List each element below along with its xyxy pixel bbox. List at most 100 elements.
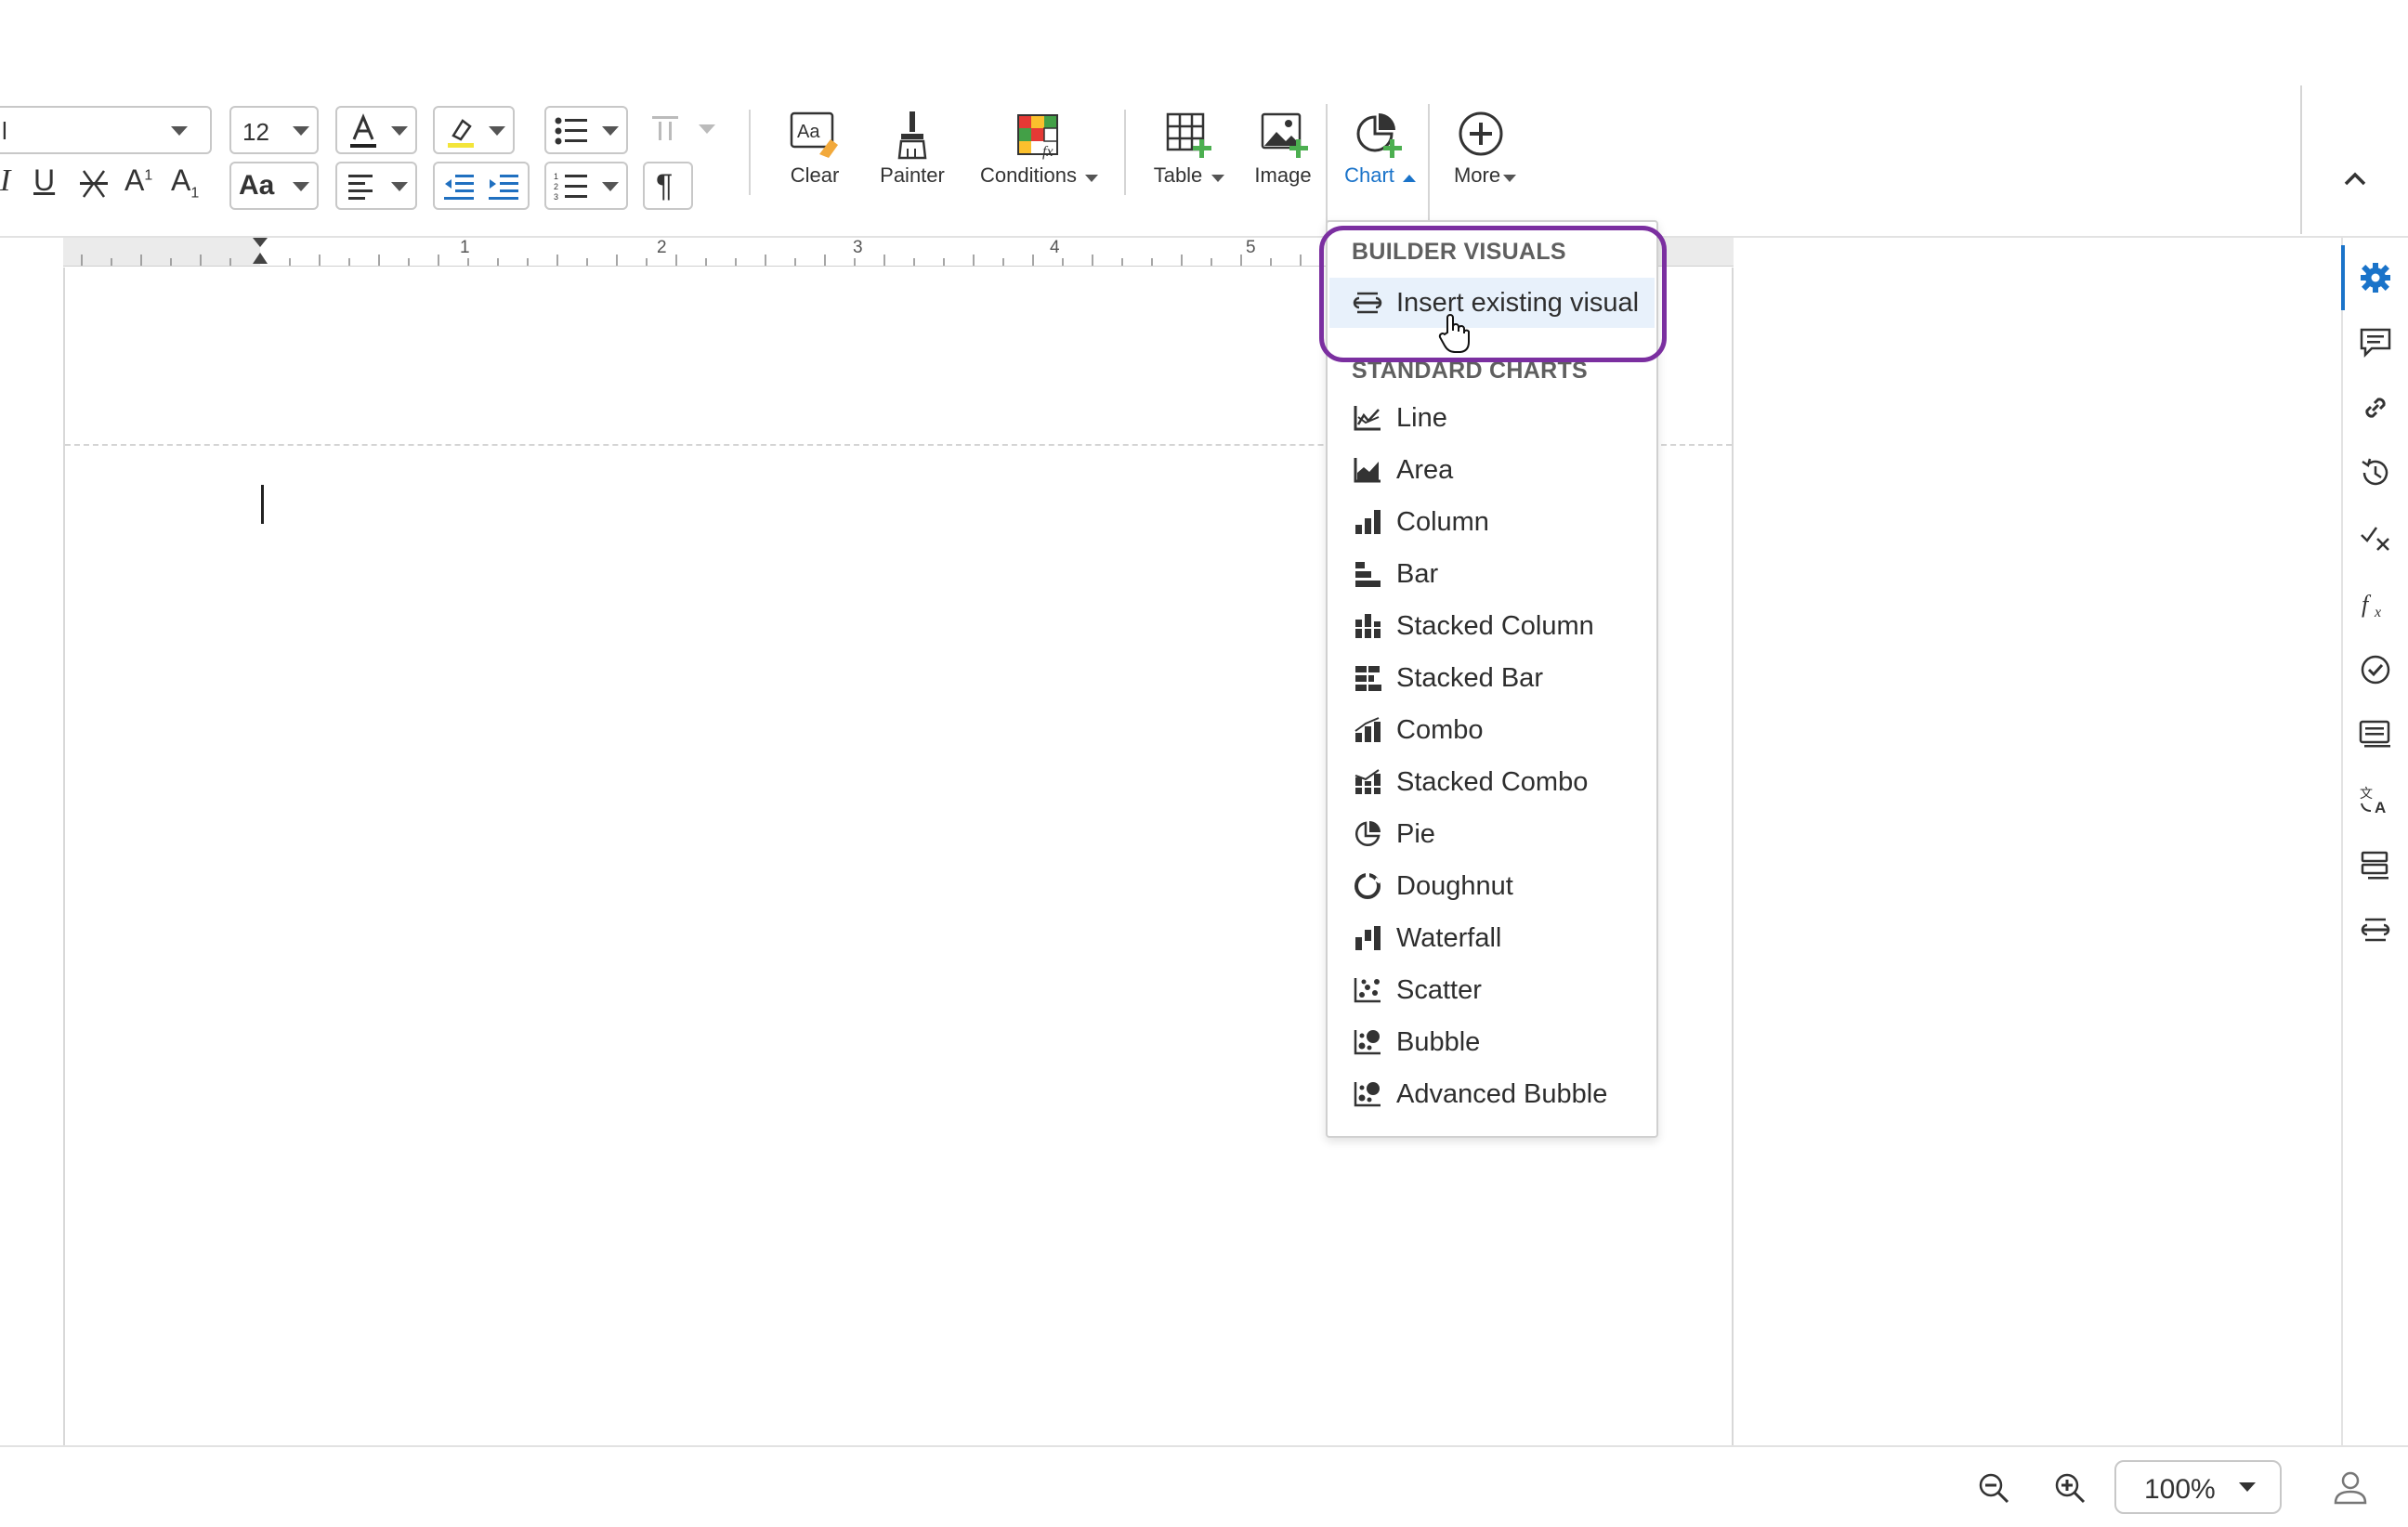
highlighter-icon — [448, 119, 474, 148]
zoom-out-icon[interactable] — [1977, 1471, 2010, 1505]
check-x-icon[interactable] — [2358, 520, 2393, 555]
menu-item-label: Column — [1396, 506, 1489, 537]
stacked-column-chart-icon — [1350, 610, 1385, 642]
strikethrough-icon[interactable] — [78, 167, 110, 201]
menu-item-bubble[interactable]: Bubble — [1329, 1017, 1655, 1067]
rows-icon[interactable] — [2358, 847, 2393, 882]
history-icon[interactable] — [2358, 455, 2393, 490]
painter-button[interactable]: Painter — [870, 104, 955, 193]
stacked-bar-chart-icon — [1350, 662, 1385, 694]
svg-text:f: f — [2362, 591, 2372, 618]
chart-button[interactable]: Chart — [1330, 104, 1427, 221]
numbered-list-icon: 1 2 3 — [554, 172, 587, 202]
superscript-button[interactable]: A1 — [124, 163, 152, 198]
painter-label: Painter — [880, 163, 945, 187]
translate-icon[interactable]: 文A — [2358, 782, 2393, 817]
chevron-down-icon — [602, 182, 619, 191]
clear-label: Clear — [790, 163, 840, 187]
font-name-select[interactable]: l — [0, 106, 212, 154]
bubble-chart-icon — [1350, 1026, 1385, 1058]
svg-text:fx: fx — [1042, 144, 1054, 160]
area-chart-icon — [1350, 454, 1385, 486]
menu-item-stacked-combo[interactable]: Stacked Combo — [1329, 757, 1655, 807]
indent-icon[interactable] — [487, 172, 520, 202]
underline-button[interactable]: U — [33, 163, 55, 198]
menu-item-label: Combo — [1396, 714, 1484, 745]
waterfall-chart-icon — [1350, 922, 1385, 954]
chart-label: Chart — [1344, 163, 1394, 187]
check-circle-icon[interactable] — [2358, 652, 2393, 687]
toolbar-divider — [1326, 104, 1328, 223]
show-formatting-button[interactable]: ¶ — [643, 162, 693, 210]
svg-text:x: x — [2374, 605, 2381, 620]
menu-item-label: Waterfall — [1396, 922, 1502, 953]
menu-item-stacked-column[interactable]: Stacked Column — [1329, 601, 1655, 651]
pilcrow-icon: ¶ — [656, 168, 674, 203]
visual-link-icon[interactable] — [2358, 912, 2393, 947]
align-left-icon — [348, 175, 373, 200]
text-case-button[interactable]: Aa — [229, 162, 319, 210]
bar-chart-icon — [1350, 558, 1385, 590]
chevron-down-icon — [699, 124, 715, 134]
menu-item-bar[interactable]: Bar — [1329, 549, 1655, 599]
menu-item-label: Area — [1396, 454, 1454, 485]
gear-icon[interactable] — [2358, 260, 2393, 295]
stacked-combo-chart-icon — [1350, 766, 1385, 798]
function-icon[interactable]: fx — [2358, 587, 2393, 622]
numbered-list-button[interactable]: 1 2 3 — [544, 162, 628, 210]
table-button[interactable]: Table — [1145, 104, 1232, 193]
vertical-align-button[interactable] — [641, 106, 725, 154]
chevron-down-icon — [293, 182, 309, 191]
doughnut-chart-icon — [1350, 870, 1385, 902]
text-cursor — [261, 485, 264, 524]
align-button[interactable] — [335, 162, 417, 210]
italic-button[interactable]: I — [0, 163, 10, 199]
menu-item-pie[interactable]: Pie — [1329, 809, 1655, 859]
ruler-mark-1: 1 — [460, 238, 470, 257]
menu-item-line[interactable]: Line — [1329, 393, 1655, 443]
font-size-select[interactable]: 12 — [229, 106, 319, 154]
menu-item-stacked-bar[interactable]: Stacked Bar — [1329, 653, 1655, 703]
font-color-button[interactable] — [335, 106, 417, 154]
zoom-in-icon[interactable] — [2053, 1471, 2087, 1505]
highlight-color-button[interactable] — [433, 106, 515, 154]
menu-item-doughnut[interactable]: Doughnut — [1329, 861, 1655, 911]
hand-cursor-icon — [1438, 314, 1470, 353]
image-add-icon — [1261, 112, 1308, 158]
image-button[interactable]: Image — [1241, 104, 1325, 193]
conditions-button[interactable]: fx Conditions — [970, 104, 1107, 193]
toolbar-divider — [1124, 110, 1126, 195]
conditions-icon: fx — [1017, 114, 1058, 160]
subscript-button[interactable]: A1 — [171, 163, 199, 202]
comment-icon[interactable] — [2358, 325, 2393, 360]
chevron-down-icon — [171, 126, 188, 136]
user-icon[interactable] — [2332, 1469, 2369, 1507]
column-chart-icon — [1350, 506, 1385, 538]
menu-item-label: Doughnut — [1396, 870, 1513, 901]
chevron-up-icon[interactable] — [2343, 169, 2367, 188]
table-label: Table — [1153, 163, 1203, 187]
list-icon[interactable] — [2358, 717, 2393, 752]
line-chart-icon — [1350, 402, 1385, 434]
text-case-label: Aa — [239, 170, 275, 201]
menu-item-advanced-bubble[interactable]: Advanced Bubble — [1329, 1069, 1655, 1119]
menu-item-label: Line — [1396, 402, 1447, 433]
paintbrush-icon — [897, 111, 927, 160]
image-label: Image — [1254, 163, 1312, 187]
bullet-list-icon — [555, 117, 587, 145]
bullet-list-button[interactable] — [544, 106, 628, 154]
svg-text:2: 2 — [554, 182, 558, 191]
menu-item-waterfall[interactable]: Waterfall — [1329, 913, 1655, 963]
zoom-select[interactable]: 100% — [2114, 1460, 2282, 1514]
more-button[interactable]: More — [1438, 104, 1524, 193]
ribbon-toolbar: l 12 I U A1 A1 Aa 1 2 3 ¶ Aa Clear Paint… — [0, 0, 2408, 238]
menu-item-combo[interactable]: Combo — [1329, 705, 1655, 755]
chevron-down-icon — [391, 126, 408, 136]
clear-button[interactable]: Aa Clear — [771, 104, 858, 193]
outdent-icon[interactable] — [442, 172, 476, 202]
highlight-annotation — [1319, 226, 1667, 362]
menu-item-scatter[interactable]: Scatter — [1329, 965, 1655, 1015]
link-icon[interactable] — [2358, 390, 2393, 425]
menu-item-column[interactable]: Column — [1329, 497, 1655, 547]
menu-item-area[interactable]: Area — [1329, 445, 1655, 495]
